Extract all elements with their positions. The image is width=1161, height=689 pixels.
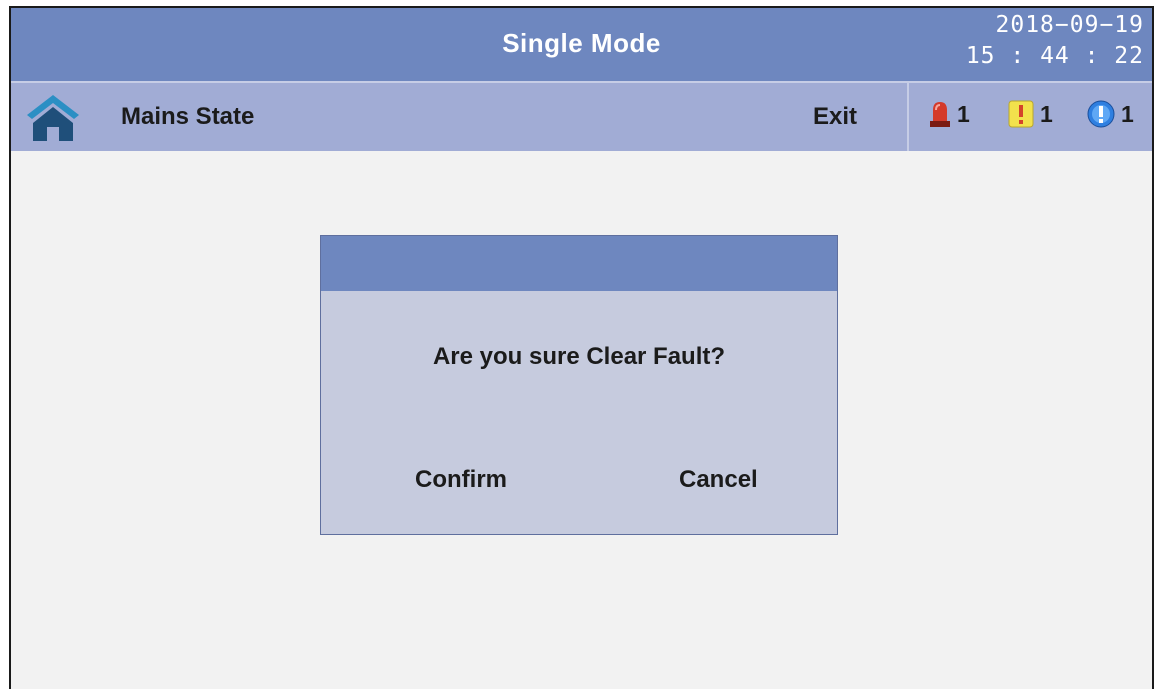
- info-alarm-indicator[interactable]: 1: [1087, 99, 1134, 129]
- warning-alarm-count: 1: [1040, 100, 1053, 127]
- warning-alarm-indicator[interactable]: 1: [1008, 99, 1053, 129]
- clear-fault-dialog: Are you sure Clear Fault? Confirm Cancel: [320, 235, 838, 535]
- info-icon: [1087, 100, 1115, 128]
- critical-alarm-indicator[interactable]: 1: [929, 99, 970, 129]
- hmi-screen: Single Mode 2018−09−19 15 : 44 : 22 Main…: [9, 6, 1154, 689]
- nav-bar: Mains State Exit 1 1 1: [11, 81, 1152, 151]
- critical-alarm-count: 1: [957, 100, 970, 127]
- dialog-message: Are you sure Clear Fault?: [432, 343, 726, 370]
- exit-button[interactable]: Exit: [813, 103, 857, 131]
- title-bar: Single Mode 2018−09−19 15 : 44 : 22: [11, 8, 1152, 81]
- datetime-display: 2018−09−19 15 : 44 : 22: [966, 10, 1144, 72]
- confirm-button[interactable]: Confirm: [415, 466, 507, 494]
- alarm-summary: 1 1 1: [907, 81, 1152, 151]
- dialog-header: [321, 236, 837, 291]
- date-text: 2018−09−19: [995, 12, 1144, 38]
- info-alarm-count: 1: [1121, 100, 1134, 127]
- home-icon[interactable]: [25, 93, 81, 143]
- warning-icon: [1008, 100, 1034, 128]
- page-title: Mains State: [121, 103, 255, 130]
- time-text: 15 : 44 : 22: [965, 43, 1144, 69]
- cancel-button[interactable]: Cancel: [679, 466, 758, 494]
- siren-icon: [930, 102, 950, 127]
